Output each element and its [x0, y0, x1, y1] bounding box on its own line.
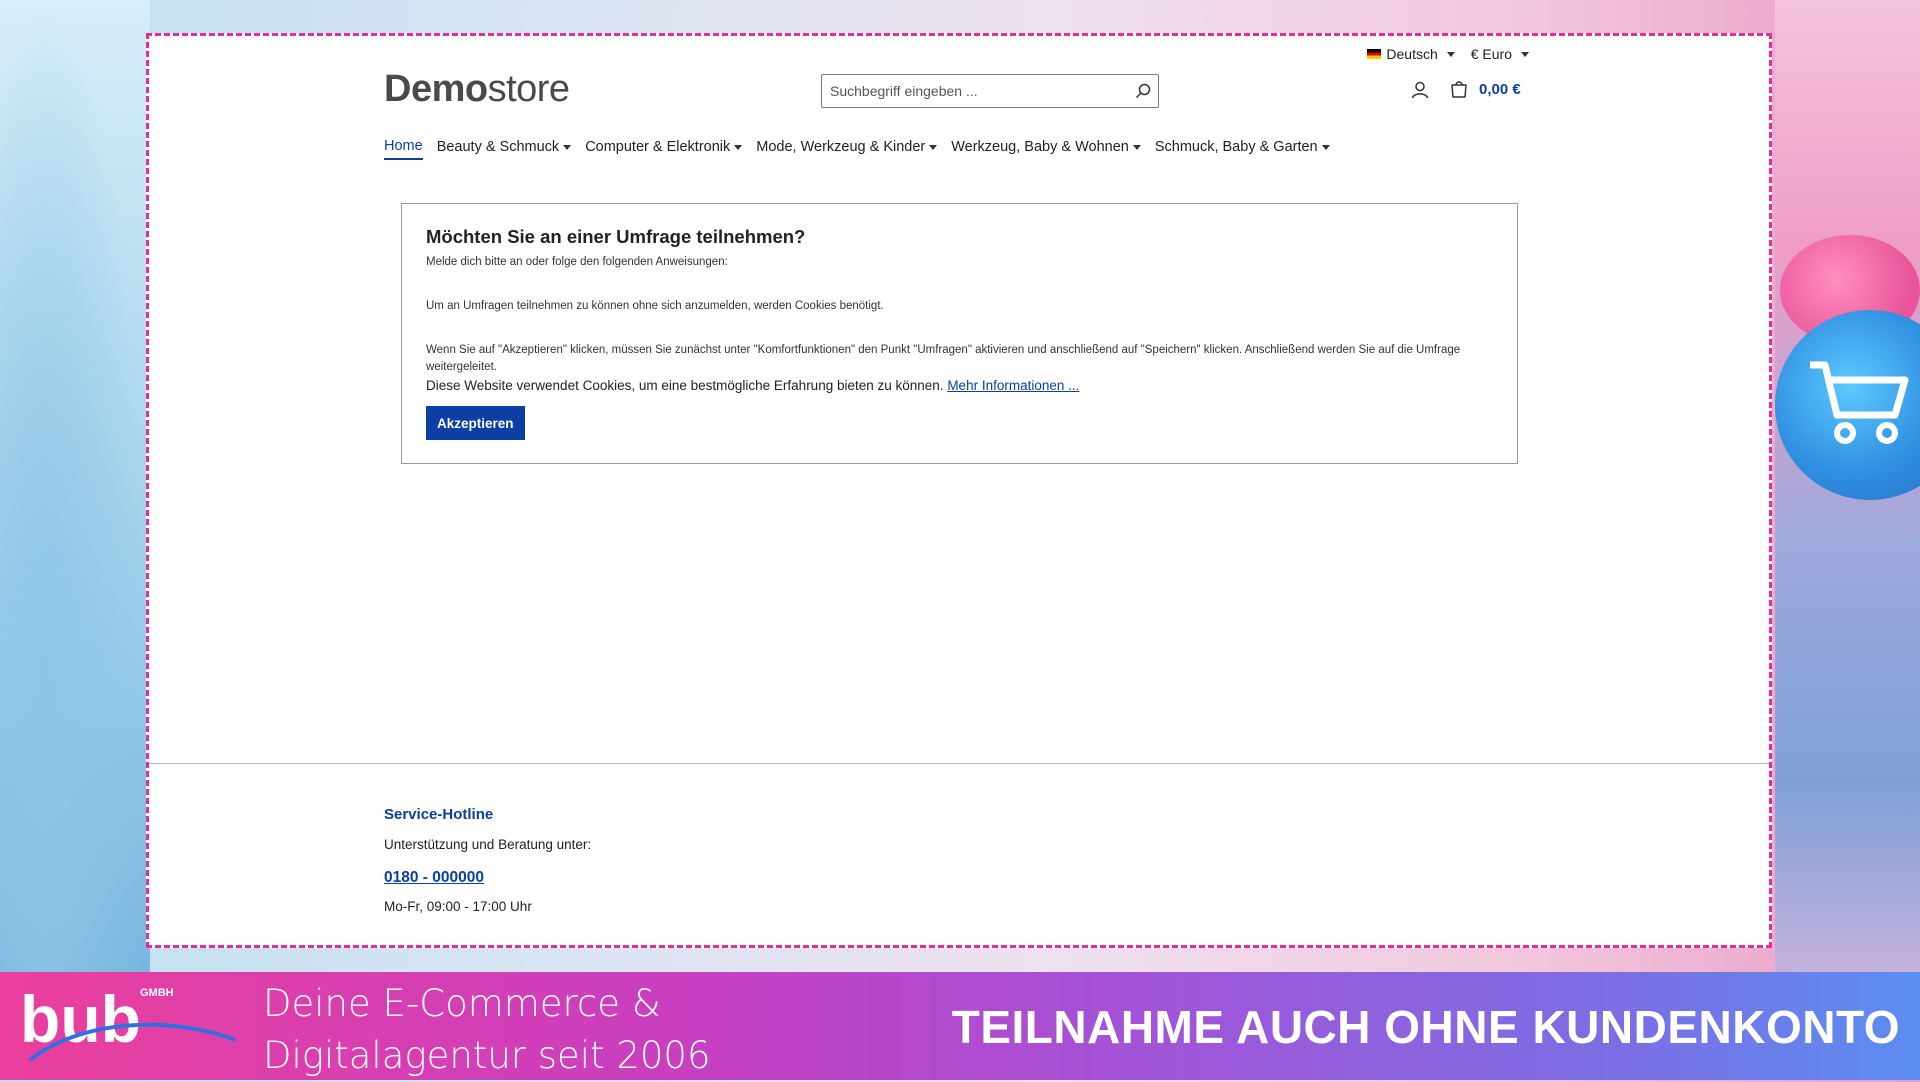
logo-bold-text: Demo: [384, 68, 488, 110]
caret-down-icon: [734, 144, 743, 150]
nav-item-home[interactable]: Home: [384, 138, 423, 160]
nav-label: Schmuck, Baby & Garten: [1154, 139, 1318, 155]
caret-down-icon: [929, 144, 938, 150]
shopping-bag-icon: [1451, 81, 1467, 98]
german-flag-icon: [1367, 49, 1382, 59]
notice-accept-instructions: Wenn Sie auf "Akzeptieren" klicken, müss…: [426, 344, 1461, 373]
svg-text:bub: bub: [20, 982, 141, 1056]
account-button[interactable]: [1411, 81, 1429, 104]
accept-button[interactable]: Akzeptieren: [426, 406, 525, 440]
top-bar: Deutsch € Euro: [1367, 46, 1529, 62]
screenshot-frame: Deutsch € Euro Demostore Suchbegriff ein…: [146, 33, 1772, 948]
main-navigation: Home Beauty & Schmuck Computer & Elektro…: [384, 138, 1344, 160]
footer-divider: [149, 763, 1769, 764]
nav-item-beauty-schmuck[interactable]: Beauty & Schmuck: [437, 138, 572, 160]
currency-label: € Euro: [1470, 46, 1512, 62]
nav-label: Computer & Elektronik: [585, 139, 731, 155]
footer-heading: Service-Hotline: [384, 806, 494, 823]
footer-service-hotline: Service-Hotline Unterstützung und Beratu…: [384, 806, 591, 914]
currency-switcher[interactable]: € Euro: [1471, 46, 1529, 62]
notice-instruction: Melde dich bitte an oder folge den folge…: [426, 256, 728, 268]
svg-text:GMBH: GMBH: [140, 987, 174, 999]
cookie-info: Diese Website verwendet Cookies, um eine…: [426, 378, 1493, 393]
tagline-line-2: Digitalagentur seit 2006: [263, 1034, 711, 1077]
user-icon: [1411, 81, 1429, 99]
search-box: [821, 74, 1159, 108]
language-switcher[interactable]: Deutsch: [1367, 46, 1455, 62]
nav-label: Home: [384, 138, 423, 154]
store-logo[interactable]: Demostore: [384, 68, 570, 111]
hotline-phone-link[interactable]: 0180 - 000000: [384, 869, 591, 887]
cart-button[interactable]: 0,00 €: [1449, 79, 1521, 99]
hotline-hours: Mo-Fr, 09:00 - 17:00 Uhr: [384, 899, 532, 914]
agency-banner: bub GMBH Deine E-Commerce & Digitalagent…: [0, 972, 1920, 1080]
cart-icon: [1810, 361, 1909, 444]
survey-notice-box: Möchten Sie an einer Umfrage teilnehmen?…: [401, 203, 1518, 464]
agency-logo-icon: bub GMBH: [20, 982, 236, 1062]
cart-total: 0,00 €: [1479, 80, 1521, 98]
banner-tagline: Deine E-Commerce & Digitalagentur seit 2…: [263, 978, 711, 1082]
notice-title: Möchten Sie an einer Umfrage teilnehmen?: [426, 226, 806, 247]
caret-down-icon: [1521, 51, 1529, 57]
caret-down-icon: [1446, 51, 1455, 57]
nav-item-werkzeug-baby-wohnen[interactable]: Werkzeug, Baby & Wohnen: [951, 138, 1141, 160]
search-icon[interactable]: [1128, 76, 1158, 106]
nav-item-computer-elektronik[interactable]: Computer & Elektronik: [585, 138, 743, 160]
caret-down-icon: [1132, 144, 1141, 150]
background-right-decoration: [1775, 0, 1920, 980]
nav-label: Mode, Werkzeug & Kinder: [756, 139, 926, 155]
nav-label: Beauty & Schmuck: [436, 139, 560, 155]
logo-light-text: store: [487, 68, 570, 110]
nav-item-schmuck-baby-garten[interactable]: Schmuck, Baby & Garten: [1155, 138, 1330, 160]
more-info-link[interactable]: Mehr Informationen ...: [947, 378, 1079, 393]
caret-down-icon: [563, 144, 572, 150]
notice-cookie-requirement: Um an Umfragen teilnehmen zu können ohne…: [426, 300, 884, 312]
background-left-decoration: [0, 0, 150, 980]
search-input[interactable]: [822, 76, 1128, 106]
cookie-text: Diese Website verwendet Cookies, um eine…: [426, 378, 944, 393]
tagline-line-1: Deine E-Commerce &: [263, 982, 661, 1025]
language-label: Deutsch: [1386, 46, 1438, 62]
caret-down-icon: [1321, 144, 1330, 150]
nav-label: Werkzeug, Baby & Wohnen: [951, 139, 1129, 155]
footer-support-text: Unterstützung und Beratung unter:: [384, 837, 592, 852]
banner-headline: TEILNAHME AUCH OHNE KUNDENKONTO: [951, 1001, 1900, 1053]
nav-item-mode-werkzeug-kinder[interactable]: Mode, Werkzeug & Kinder: [756, 138, 938, 160]
